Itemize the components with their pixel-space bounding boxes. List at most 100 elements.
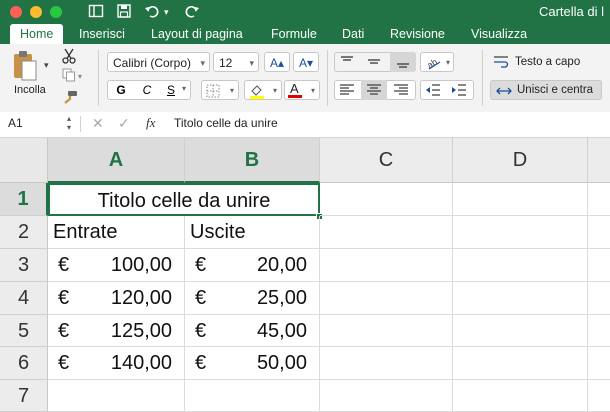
copy-icon[interactable] bbox=[62, 68, 76, 87]
cell-a4[interactable]: € 120,00 bbox=[48, 282, 185, 315]
cell-e4[interactable] bbox=[588, 282, 610, 315]
formula-input[interactable]: Titolo celle da unire bbox=[174, 116, 278, 130]
cell-d1[interactable] bbox=[453, 183, 588, 216]
cell-c3[interactable] bbox=[320, 249, 453, 282]
wrap-text-button[interactable]: Testo a capo bbox=[515, 56, 580, 68]
cell-a6[interactable]: € 140,00 bbox=[48, 347, 185, 380]
italic-button[interactable]: C bbox=[138, 80, 156, 100]
decrease-font-size-button[interactable]: A▾ bbox=[293, 52, 319, 72]
borders-button[interactable]: ▾ bbox=[201, 80, 239, 100]
cell-b7[interactable] bbox=[185, 380, 320, 412]
paste-icon[interactable] bbox=[12, 50, 38, 82]
cell-e5[interactable] bbox=[588, 315, 610, 347]
chevron-down-icon: ▾ bbox=[310, 86, 315, 95]
cell-e1[interactable] bbox=[588, 183, 610, 216]
merge-center-button[interactable]: Unisci e centra bbox=[490, 80, 602, 100]
cell-a2[interactable]: Entrate bbox=[48, 216, 185, 249]
cut-icon[interactable] bbox=[62, 48, 76, 69]
zoom-window-button[interactable] bbox=[50, 6, 62, 18]
cell-d7[interactable] bbox=[453, 380, 588, 412]
undo-icon[interactable] bbox=[144, 3, 160, 23]
align-top-icon[interactable] bbox=[338, 54, 356, 75]
spreadsheet-grid: A B C D 1 2 3 4 5 6 7 Titolo celle da un… bbox=[0, 138, 610, 412]
row-header-5[interactable]: 5 bbox=[0, 315, 48, 347]
fill-color-button[interactable]: ▾ bbox=[244, 80, 282, 100]
name-box[interactable]: A1 bbox=[8, 116, 23, 130]
tab-inserisci[interactable]: Inserisci bbox=[79, 26, 125, 42]
tab-home[interactable]: Home bbox=[10, 24, 64, 44]
currency-symbol: € bbox=[195, 254, 207, 276]
tab-visualizza[interactable]: Visualizza bbox=[471, 26, 527, 42]
cell-b2[interactable]: Uscite bbox=[185, 216, 320, 249]
cell-c4[interactable] bbox=[320, 282, 453, 315]
close-window-button[interactable] bbox=[10, 6, 22, 18]
cell-d5[interactable] bbox=[453, 315, 588, 347]
cell-c1[interactable] bbox=[320, 183, 453, 216]
cell-b4[interactable]: € 25,00 bbox=[185, 282, 320, 315]
copy-dropdown-icon[interactable]: ▾ bbox=[78, 72, 82, 81]
select-all-corner[interactable] bbox=[0, 138, 48, 183]
cell-e3[interactable] bbox=[588, 249, 610, 282]
cell-e2[interactable] bbox=[588, 216, 610, 249]
tab-revisione[interactable]: Revisione bbox=[390, 26, 445, 42]
cell-d2[interactable] bbox=[453, 216, 588, 249]
wrap-text-icon[interactable] bbox=[492, 54, 510, 73]
row-header-1[interactable]: 1 bbox=[0, 183, 48, 216]
align-center-icon[interactable] bbox=[361, 80, 387, 100]
save-icon[interactable] bbox=[116, 3, 132, 23]
cell-d6[interactable] bbox=[453, 347, 588, 380]
underline-dropdown-icon[interactable]: ▾ bbox=[182, 84, 186, 93]
paste-dropdown-icon[interactable]: ▾ bbox=[44, 60, 49, 71]
cell-b3[interactable]: € 20,00 bbox=[185, 249, 320, 282]
insert-function-icon[interactable]: fx bbox=[146, 115, 155, 131]
underline-button[interactable]: S bbox=[162, 80, 180, 100]
cell-c2[interactable] bbox=[320, 216, 453, 249]
undo-dropdown-icon[interactable]: ▾ bbox=[164, 3, 169, 21]
row-header-7[interactable]: 7 bbox=[0, 380, 48, 412]
align-right-icon[interactable] bbox=[392, 83, 410, 102]
cell-e7[interactable] bbox=[588, 380, 610, 412]
cell-a1-merged[interactable]: Titolo celle da unire bbox=[48, 183, 320, 216]
cell-d4[interactable] bbox=[453, 282, 588, 315]
cell-e6[interactable] bbox=[588, 347, 610, 380]
text-orientation-button[interactable]: ab ▾ bbox=[420, 52, 454, 72]
column-header-b[interactable]: B bbox=[185, 138, 320, 183]
decrease-indent-icon[interactable] bbox=[424, 83, 442, 102]
font-size-select[interactable]: 12 ▾ bbox=[213, 52, 259, 72]
cell-d3[interactable] bbox=[453, 249, 588, 282]
column-header-overflow[interactable] bbox=[588, 138, 610, 183]
tab-formule[interactable]: Formule bbox=[271, 26, 317, 42]
align-left-icon[interactable] bbox=[338, 83, 356, 102]
increase-font-size-button[interactable]: A▴ bbox=[264, 52, 290, 72]
cell-c6[interactable] bbox=[320, 347, 453, 380]
name-box-stepper-icon[interactable]: ▴ ▾ bbox=[67, 114, 71, 132]
cancel-icon[interactable]: ✕ bbox=[92, 115, 104, 132]
confirm-icon[interactable]: ✓ bbox=[118, 115, 130, 132]
minimize-window-button[interactable] bbox=[30, 6, 42, 18]
row-header-6[interactable]: 6 bbox=[0, 347, 48, 380]
redo-icon[interactable] bbox=[184, 3, 200, 23]
bold-button[interactable]: G bbox=[112, 80, 130, 100]
tab-layout[interactable]: Layout di pagina bbox=[151, 26, 243, 42]
tab-dati[interactable]: Dati bbox=[342, 26, 364, 42]
column-header-a[interactable]: A bbox=[48, 138, 185, 183]
font-color-button[interactable]: A ▾ bbox=[284, 80, 320, 100]
cell-a3[interactable]: € 100,00 bbox=[48, 249, 185, 282]
row-header-4[interactable]: 4 bbox=[0, 282, 48, 315]
cell-b6[interactable]: € 50,00 bbox=[185, 347, 320, 380]
format-painter-icon[interactable] bbox=[62, 90, 78, 109]
column-header-d[interactable]: D bbox=[453, 138, 588, 183]
row-header-3[interactable]: 3 bbox=[0, 249, 48, 282]
align-middle-icon[interactable] bbox=[365, 54, 383, 75]
sidebar-toggle-icon[interactable] bbox=[88, 3, 104, 23]
cell-a5[interactable]: € 125,00 bbox=[48, 315, 185, 347]
cell-c5[interactable] bbox=[320, 315, 453, 347]
column-header-c[interactable]: C bbox=[320, 138, 453, 183]
align-bottom-icon[interactable] bbox=[390, 52, 416, 72]
font-name-select[interactable]: Calibri (Corpo) ▾ bbox=[107, 52, 210, 72]
cell-b5[interactable]: € 45,00 bbox=[185, 315, 320, 347]
cell-a7[interactable] bbox=[48, 380, 185, 412]
cell-c7[interactable] bbox=[320, 380, 453, 412]
increase-indent-icon[interactable] bbox=[450, 83, 468, 102]
row-header-2[interactable]: 2 bbox=[0, 216, 48, 249]
